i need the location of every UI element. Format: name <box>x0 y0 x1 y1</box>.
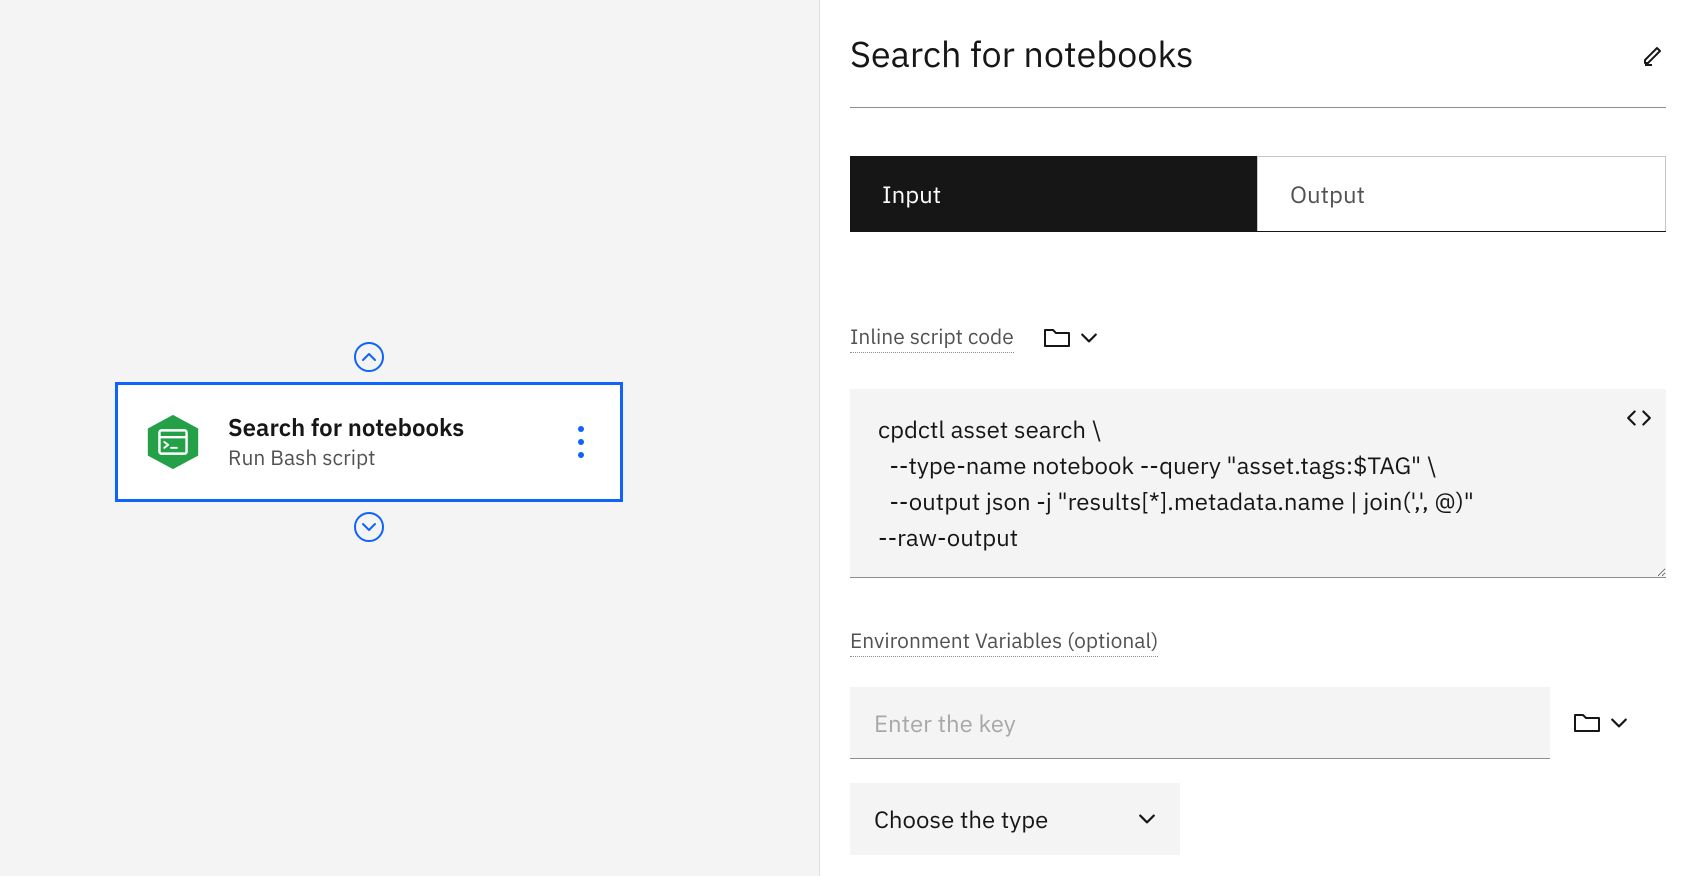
script-code-wrapper: cpdctl asset search \ --type-name notebo… <box>850 389 1666 578</box>
folder-icon <box>1574 712 1600 734</box>
env-type-placeholder: Choose the type <box>874 803 1048 835</box>
io-tabs: Input Output <box>850 156 1666 232</box>
pipeline-node-search-notebooks[interactable]: Search for notebooks Run Bash script <box>115 382 623 502</box>
node-title: Search for notebooks <box>228 412 566 443</box>
bash-script-icon <box>142 411 204 473</box>
node-input-handle[interactable] <box>354 342 384 372</box>
env-source-picker[interactable] <box>1574 712 1628 734</box>
chevron-down-icon <box>1080 329 1098 347</box>
tab-output[interactable]: Output <box>1257 156 1666 231</box>
edit-icon[interactable] <box>1642 42 1666 66</box>
tab-input[interactable]: Input <box>850 156 1257 231</box>
chevron-down-icon <box>361 519 377 535</box>
script-source-picker[interactable] <box>1044 327 1098 349</box>
node-overflow-menu[interactable] <box>566 426 596 458</box>
env-key-input[interactable] <box>850 687 1550 759</box>
panel-header: Search for notebooks <box>850 30 1666 108</box>
env-key-row <box>850 687 1666 759</box>
canvas-node-wrapper: Search for notebooks Run Bash script <box>115 342 623 542</box>
pipeline-canvas[interactable]: Search for notebooks Run Bash script <box>0 0 820 876</box>
chevron-down-icon <box>1610 714 1628 732</box>
folder-icon <box>1044 327 1070 349</box>
chevron-up-icon <box>361 349 377 365</box>
properties-panel: Search for notebooks Input Output Inline… <box>820 0 1696 876</box>
script-label-row: Inline script code <box>850 322 1666 353</box>
node-text: Search for notebooks Run Bash script <box>228 412 566 473</box>
node-subtitle: Run Bash script <box>228 443 566 472</box>
script-code-input[interactable]: cpdctl asset search \ --type-name notebo… <box>850 389 1666 578</box>
panel-title: Search for notebooks <box>850 30 1194 77</box>
inline-script-label: Inline script code <box>850 322 1014 353</box>
chevron-down-icon <box>1138 810 1156 828</box>
code-expand-icon[interactable] <box>1626 405 1652 431</box>
env-type-select[interactable]: Choose the type <box>850 783 1180 855</box>
env-vars-label: Environment Variables (optional) <box>850 626 1158 657</box>
node-output-handle[interactable] <box>354 512 384 542</box>
